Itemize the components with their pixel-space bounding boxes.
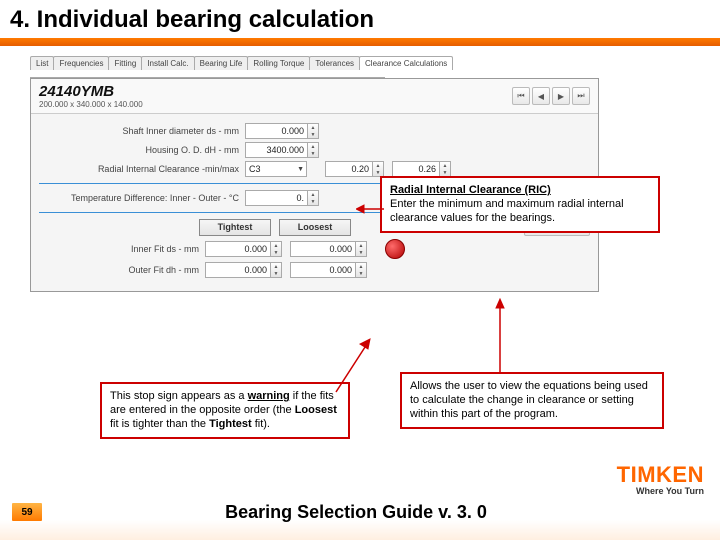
housing-od-spinner[interactable]: ▲▼ [308,142,319,158]
title-divider [0,38,720,46]
equations-callout-body: Allows the user to view the equations be… [410,380,648,420]
stop-sign-icon [385,239,405,259]
inner-fit-tightest-input[interactable]: 0.000 [205,241,271,257]
arrow-icon [356,201,386,217]
slide-title: 4. Individual bearing calculation [10,6,710,34]
ric-max-spinner[interactable]: ▲▼ [440,161,451,177]
ric-callout-body: Enter the minimum and maximum radial int… [390,198,624,224]
outer-fit-tightest-spinner[interactable]: ▲▼ [271,262,282,278]
temp-diff-label: Temperature Difference: Inner - Outer - … [39,193,245,203]
footer-title: Bearing Selection Guide v. 3. 0 [42,502,670,523]
tightest-header: Tightest [199,219,271,236]
part-dimensions: 200.000 x 340.000 x 140.000 [39,100,143,109]
outer-fit-loosest-spinner[interactable]: ▲▼ [356,262,367,278]
shaft-diameter-label: Shaft Inner diameter ds - mm [39,126,245,136]
ric-class-value: C3 [249,164,261,174]
arrow-icon [480,296,520,376]
tab-rolling-torque[interactable]: Rolling Torque [247,56,310,70]
tab-fitting[interactable]: Fitting [108,56,142,70]
nav-next-button[interactable]: ▶ [552,87,570,105]
ric-callout: Radial Internal Clearance (RIC) Enter th… [380,176,660,233]
tab-tolerances[interactable]: Tolerances [309,56,360,70]
inner-fit-label: Inner Fit ds - mm [39,244,205,254]
inner-fit-loosest-spinner[interactable]: ▲▼ [356,241,367,257]
tab-install-calc[interactable]: Install Calc. [141,56,194,70]
inner-fit-loosest-input[interactable]: 0.000 [290,241,356,257]
housing-od-label: Housing O. D. dH - mm [39,145,245,155]
nav-first-button[interactable]: ⏮ [512,87,530,105]
equations-callout: Allows the user to view the equations be… [400,372,664,429]
outer-fit-label: Outer Fit dh - mm [39,265,205,275]
slide-footer: 59 Bearing Selection Guide v. 3. 0 [0,484,720,540]
page-number: 59 [12,503,42,521]
temp-diff-input[interactable]: 0. [245,190,308,206]
ric-callout-title: Radial Internal Clearance (RIC) [390,184,551,196]
part-number: 24140YMB [39,83,143,100]
outer-fit-tightest-input[interactable]: 0.000 [205,262,271,278]
inner-fit-tightest-spinner[interactable]: ▲▼ [271,241,282,257]
stop-sign-callout: This stop sign appears as a warning if t… [100,382,350,439]
ric-label: Radial Internal Clearance -min/max [39,164,245,174]
tab-frequencies[interactable]: Frequencies [53,56,109,70]
outer-fit-loosest-input[interactable]: 0.000 [290,262,356,278]
stop-callout-text: This stop sign appears as a warning if t… [110,390,337,430]
housing-od-input[interactable]: 3400.000 [245,142,308,158]
shaft-diameter-input[interactable]: 0.000 [245,123,308,139]
nav-prev-button[interactable]: ◀ [532,87,550,105]
ric-min-input[interactable]: 0.20 [325,161,373,177]
tab-bearing-life[interactable]: Bearing Life [194,56,249,70]
ric-min-spinner[interactable]: ▲▼ [373,161,384,177]
loosest-header: Loosest [279,219,351,236]
temp-diff-spinner[interactable]: ▲▼ [308,190,319,206]
shaft-diameter-spinner[interactable]: ▲▼ [308,123,319,139]
tab-strip: List Frequencies Fitting Install Calc. B… [30,54,690,70]
tab-list[interactable]: List [30,56,54,70]
ric-max-input[interactable]: 0.26 [392,161,440,177]
nav-last-button[interactable]: ⏭ [572,87,590,105]
arrow-icon [332,336,382,396]
ric-class-select[interactable]: C3 ▼ [245,161,307,177]
tab-clearance-calc[interactable]: Clearance Calculations [359,56,453,70]
chevron-down-icon: ▼ [297,166,304,173]
